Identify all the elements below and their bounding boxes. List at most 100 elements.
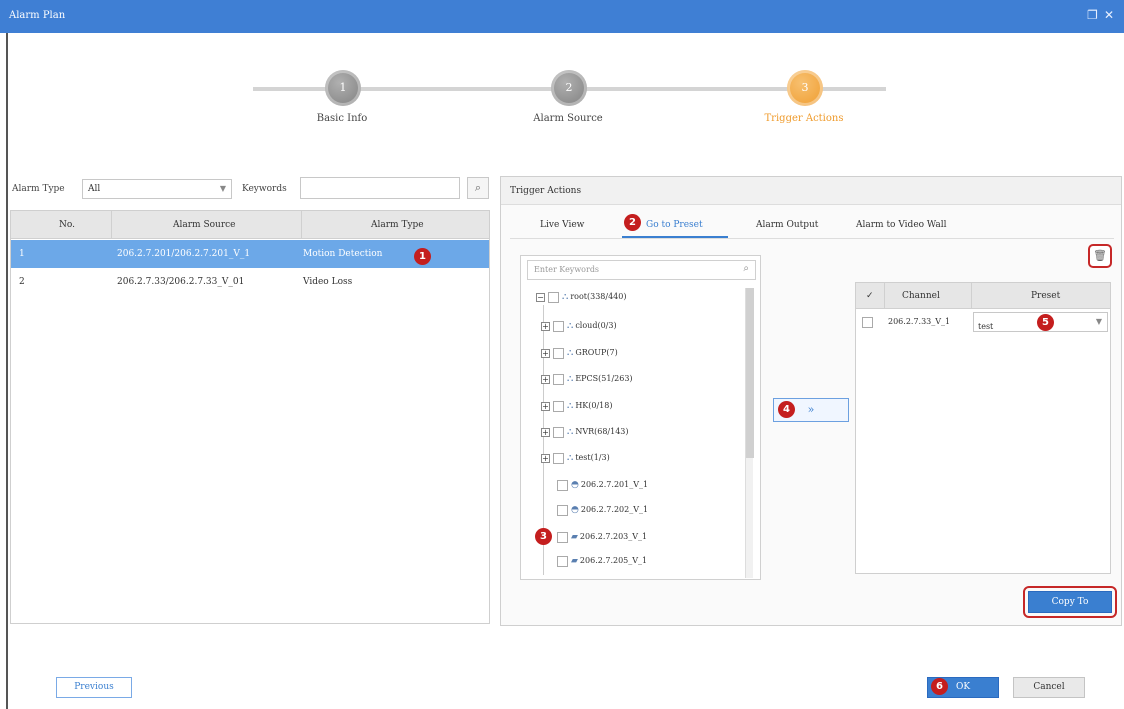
header-alarm-source: Alarm Source <box>173 220 236 230</box>
row-source: 206.2.7.201/206.2.7.201_V_1 <box>117 249 251 259</box>
copy-to-button[interactable]: Copy To <box>1028 591 1112 613</box>
chevron-down-icon: ▼ <box>1095 317 1102 326</box>
tree-checkbox[interactable] <box>557 504 568 516</box>
org-icon: ⛬ <box>562 292 569 302</box>
table-row[interactable]: 2 206.2.7.33/206.2.7.33_V_01 Video Loss <box>11 268 489 296</box>
alarm-type-value: All <box>88 184 101 194</box>
callout-badge: 6 <box>931 678 948 695</box>
tree-search-input[interactable]: Enter Keywords ⌕ <box>527 260 756 280</box>
cancel-button[interactable]: Cancel <box>1013 677 1085 698</box>
select-all-header: ✓ <box>866 291 874 301</box>
table-header: No. Alarm Source Alarm Type <box>11 211 489 239</box>
alarm-type-select[interactable]: All ▼ <box>82 179 232 199</box>
dome-camera-icon: ◓ <box>571 480 579 490</box>
trigger-section-title: Trigger Actions <box>510 186 582 196</box>
tree-item[interactable]: + ⛬ GROUP(7) <box>541 346 618 360</box>
tree-scrollbar[interactable] <box>745 288 754 578</box>
dome-camera-icon: ◓ <box>571 505 579 515</box>
double-chevron-right-icon: » <box>807 403 815 416</box>
chevron-down-icon: ▼ <box>219 184 226 193</box>
tree-item[interactable]: + ⛬ NVR(68/143) <box>541 425 629 439</box>
org-icon: ⛬ <box>567 348 574 358</box>
expand-icon[interactable]: + <box>541 374 550 384</box>
tree-checkbox[interactable] <box>553 452 564 464</box>
tree-item[interactable]: + ⛬ HK(0/18) <box>541 399 612 413</box>
row-type: Motion Detection <box>303 249 383 259</box>
expand-icon[interactable]: + <box>541 401 550 411</box>
tree-checkbox[interactable] <box>557 531 568 543</box>
row-checkbox[interactable] <box>862 317 873 328</box>
selected-channels-table: ✓ Channel Preset 206.2.7.33_V_1 test ▼ <box>855 282 1111 574</box>
row-channel: 206.2.7.33_V_1 <box>888 317 951 326</box>
delete-button[interactable]: 🗑 <box>1088 244 1112 268</box>
header-channel: Channel <box>902 291 940 301</box>
step-connector <box>253 87 334 91</box>
tree-item[interactable]: ▰ 206.2.7.205_V_1 <box>557 554 647 568</box>
step-1-label: Basic Info <box>316 113 368 124</box>
row-source: 206.2.7.33/206.2.7.33_V_01 <box>117 277 245 287</box>
close-icon[interactable]: ✕ <box>1104 8 1114 22</box>
tree-checkbox[interactable] <box>548 291 559 303</box>
keywords-input[interactable] <box>300 177 460 199</box>
step-3-circle[interactable]: 3 <box>787 70 823 106</box>
tree-checkbox[interactable] <box>557 479 568 491</box>
step-1-circle[interactable]: 1 <box>325 70 361 106</box>
org-icon: ⛬ <box>567 401 574 411</box>
tree-item[interactable]: + ⛬ test(1/3) <box>541 451 610 465</box>
header-no: No. <box>59 220 75 230</box>
box-camera-icon: ▰ <box>571 532 578 542</box>
tree-item[interactable]: ◓ 206.2.7.202_V_1 <box>557 503 648 517</box>
step-connector <box>814 87 886 91</box>
window-titlebar: Alarm Plan ❐ ✕ <box>0 0 1124 33</box>
keywords-label: Keywords <box>242 184 287 194</box>
search-icon: ⌕ <box>474 181 482 194</box>
tree-checkbox[interactable] <box>553 320 564 332</box>
tree-item[interactable]: ◓ 206.2.7.201_V_1 <box>557 478 648 492</box>
alarm-type-label: Alarm Type <box>12 184 65 194</box>
expand-icon[interactable]: + <box>541 321 550 331</box>
row-no: 1 <box>19 249 25 259</box>
expand-icon[interactable]: + <box>541 453 550 463</box>
tree-checkbox[interactable] <box>553 373 564 385</box>
tree-item[interactable]: + ⛬ cloud(0/3) <box>541 319 617 333</box>
search-button[interactable]: ⌕ <box>467 177 489 199</box>
step-2-circle[interactable]: 2 <box>551 70 587 106</box>
tab-go-to-preset[interactable]: Go to Preset <box>646 220 703 230</box>
window-border <box>6 33 8 709</box>
box-camera-icon: ▰ <box>571 556 578 566</box>
restore-icon[interactable]: ❐ <box>1087 8 1098 22</box>
header-alarm-type: Alarm Type <box>371 220 424 230</box>
step-2-label: Alarm Source <box>533 113 603 124</box>
callout-badge: 1 <box>414 248 431 265</box>
step-connector <box>578 87 796 91</box>
tree-checkbox[interactable] <box>557 555 568 567</box>
expand-icon[interactable]: + <box>541 348 550 358</box>
window-title: Alarm Plan <box>9 10 66 21</box>
previous-button[interactable]: Previous <box>56 677 132 698</box>
collapse-icon[interactable]: − <box>536 292 545 302</box>
tree-item[interactable]: ▰ 206.2.7.203_V_1 <box>557 530 647 544</box>
row-type: Video Loss <box>303 277 353 287</box>
tree-checkbox[interactable] <box>553 347 564 359</box>
table-row[interactable]: 206.2.7.33_V_1 test ▼ <box>856 311 1110 335</box>
expand-icon[interactable]: + <box>541 427 550 437</box>
tab-alarm-to-video-wall[interactable]: Alarm to Video Wall <box>856 220 947 230</box>
trash-icon: 🗑 <box>1093 249 1107 262</box>
callout-badge: 2 <box>624 214 641 231</box>
search-icon[interactable]: ⌕ <box>743 263 749 274</box>
tree-item[interactable]: − ⛬ root(338/440) <box>536 290 626 304</box>
tree-checkbox[interactable] <box>553 400 564 412</box>
callout-badge: 3 <box>535 528 552 545</box>
tab-alarm-output[interactable]: Alarm Output <box>756 220 818 230</box>
org-icon: ⛬ <box>567 453 574 463</box>
scrollbar-thumb[interactable] <box>746 288 754 458</box>
callout-badge: 5 <box>1037 314 1054 331</box>
alarm-source-table: No. Alarm Source Alarm Type 1 206.2.7.20… <box>10 210 490 624</box>
org-icon: ⛬ <box>567 374 574 384</box>
tree-checkbox[interactable] <box>553 426 564 438</box>
org-icon: ⛬ <box>567 321 574 331</box>
callout-badge: 4 <box>778 401 795 418</box>
step-3-label: Trigger Actions <box>764 113 844 124</box>
tree-item[interactable]: + ⛬ EPCS(51/263) <box>541 372 633 386</box>
tab-live-view[interactable]: Live View <box>540 220 584 230</box>
